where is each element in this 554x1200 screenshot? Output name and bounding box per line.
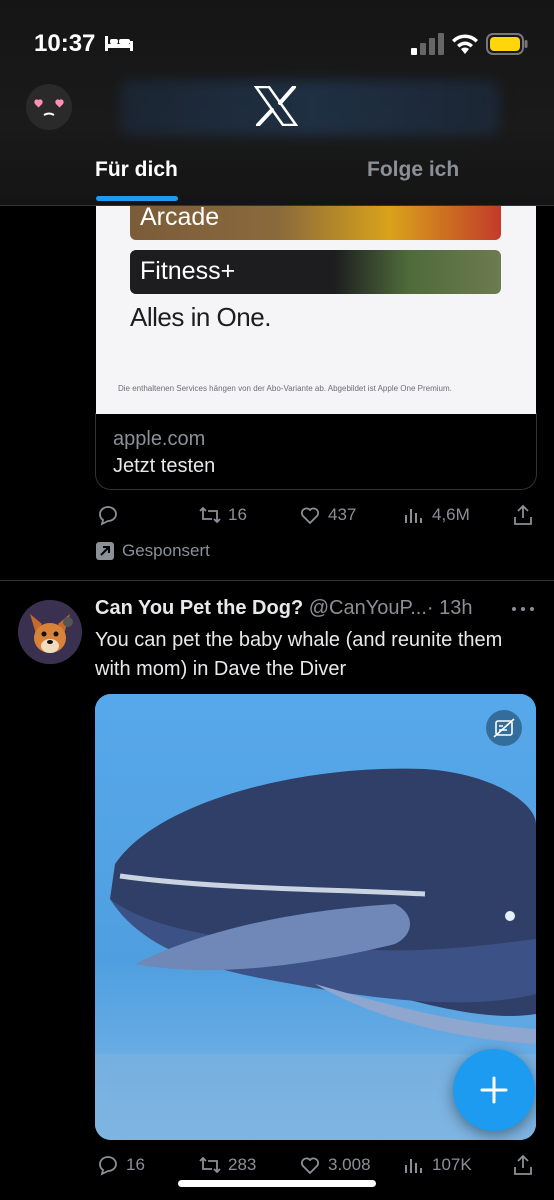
compose-button[interactable] [453, 1049, 535, 1131]
share-icon [514, 1154, 532, 1175]
tweet-views-count: 107K [432, 1155, 472, 1174]
emoji-avatar-icon [34, 99, 64, 116]
tweet-author-line: Can You Pet the Dog? @CanYouP...· 13h [95, 597, 473, 620]
ad-fitness-label: Fitness+ [140, 257, 236, 285]
promoted-icon [96, 542, 114, 560]
post-divider [0, 580, 554, 581]
views-icon [405, 509, 422, 523]
ad-arcade-label: Arcade [140, 206, 220, 231]
ad-cta[interactable]: Jetzt testen [113, 455, 215, 478]
captions-button[interactable] [486, 710, 522, 746]
ad-media-image[interactable]: Arcade Fitness+ Alles in One. Die enthal… [96, 206, 536, 414]
ad-arcade-banner: Arcade [130, 206, 501, 240]
reply-icon [99, 1156, 117, 1176]
status-time: 10:37 [34, 30, 96, 57]
sponsored-label: Gesponsert [96, 541, 210, 561]
ad-tagline: Alles in One. [130, 302, 271, 332]
ad-retweet-count: 16 [228, 505, 247, 524]
ad-like-count: 437 [328, 505, 357, 524]
ad-views-button[interactable]: 4,6M [402, 503, 470, 527]
tab-active-indicator [96, 196, 178, 201]
tweet-like-button[interactable]: 3.008 [298, 1153, 371, 1177]
author-name[interactable]: Can You Pet the Dog? [95, 597, 303, 619]
wifi-icon [452, 34, 478, 54]
signal-icon [411, 33, 444, 55]
ad-link-card[interactable] [95, 413, 537, 490]
like-icon [301, 507, 319, 525]
tweet-text: You can pet the baby whale (and reunite … [95, 629, 503, 680]
profile-avatar[interactable] [26, 84, 72, 130]
ad-domain: apple.com [113, 428, 206, 450]
tweet-share-button[interactable] [511, 1153, 535, 1177]
battery-icon [486, 33, 528, 55]
ad-reply-button[interactable] [96, 503, 120, 527]
ad-fineprint: Die enthaltenen Services hängen von der … [118, 384, 452, 393]
tweet-views-button[interactable]: 107K [402, 1153, 472, 1177]
like-icon [301, 1157, 319, 1175]
retweet-icon [199, 1156, 221, 1174]
views-icon [405, 1159, 422, 1173]
ad-retweet-button[interactable]: 16 [198, 503, 247, 527]
more-icon[interactable] [510, 604, 536, 614]
home-indicator[interactable] [178, 1180, 376, 1187]
retweet-icon [199, 506, 221, 524]
author-handle[interactable]: @CanYouP... [309, 597, 427, 619]
tab-for-you[interactable]: Für dich [95, 158, 178, 182]
ad-like-button[interactable]: 437 [298, 503, 356, 527]
ad-views-count: 4,6M [432, 505, 470, 524]
tweet-retweet-count: 283 [228, 1155, 257, 1174]
share-icon [514, 504, 532, 525]
dog-avatar-icon [18, 600, 82, 664]
plus-icon [480, 1076, 508, 1104]
header-backdrop [120, 80, 500, 136]
tweet-reply-count: 16 [126, 1155, 145, 1174]
reply-icon [99, 506, 117, 526]
tweet-like-count: 3.008 [328, 1155, 371, 1174]
tab-following[interactable]: Folge ich [367, 158, 459, 182]
cc-icon [493, 718, 515, 738]
tweet-reply-button[interactable]: 16 [96, 1153, 145, 1177]
author-avatar[interactable] [18, 600, 82, 664]
tweet-retweet-button[interactable]: 283 [198, 1153, 256, 1177]
tweet-time[interactable]: · 13h [427, 597, 473, 619]
x-logo[interactable] [254, 86, 298, 126]
bed-icon [105, 36, 133, 51]
ad-fitness-banner: Fitness+ [130, 250, 501, 294]
ad-share-button[interactable] [511, 503, 535, 527]
